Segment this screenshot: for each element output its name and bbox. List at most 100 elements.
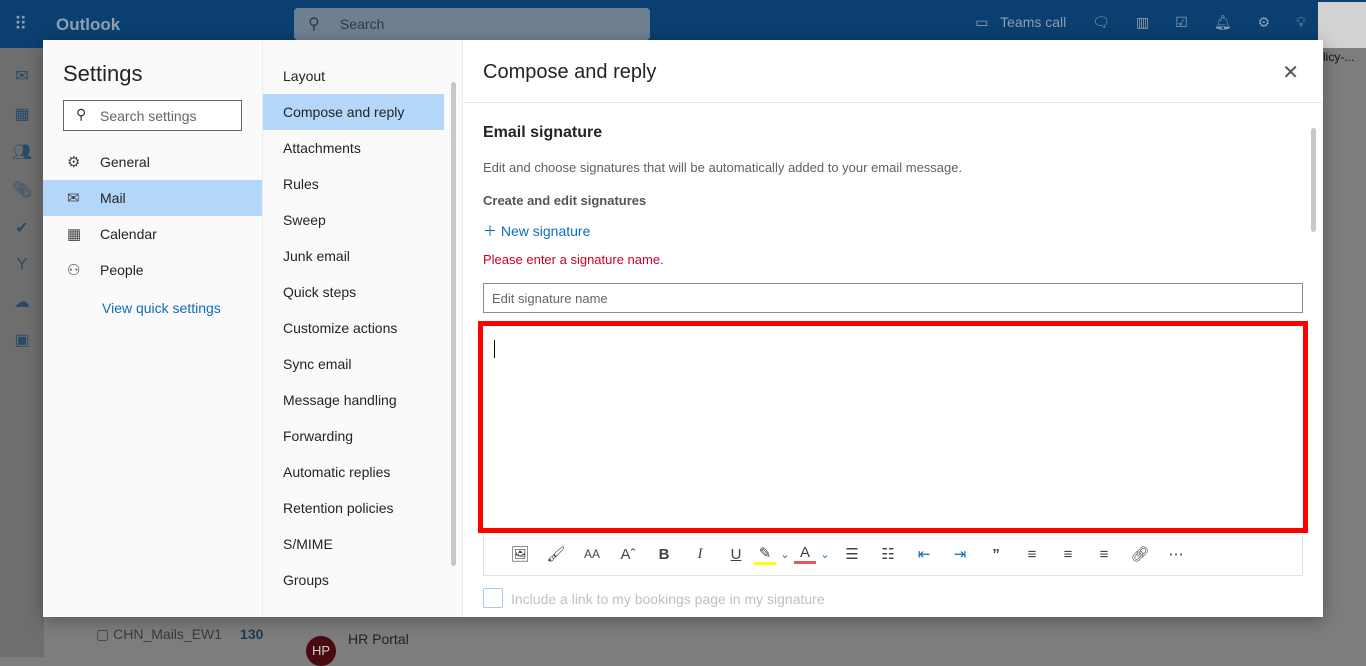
text-caret xyxy=(494,340,495,358)
new-signature-button[interactable]: ＋ New signature xyxy=(483,221,590,241)
chevron-down-icon[interactable]: ⌄ xyxy=(816,548,834,561)
signature-editor[interactable] xyxy=(478,321,1308,533)
chevron-down-icon[interactable]: ⌄ xyxy=(776,548,794,561)
gear-icon: ⚙ xyxy=(67,154,81,171)
category-label: People xyxy=(100,262,144,278)
folder-name: CHN_Mails_EW1 xyxy=(113,626,223,642)
signature-name-placeholder: Edit signature name xyxy=(492,291,608,306)
scrollbar[interactable] xyxy=(1311,128,1316,232)
scrollbar[interactable] xyxy=(451,82,456,566)
section-rules[interactable]: Rules xyxy=(263,166,444,202)
bell-icon[interactable]: 🔔︎ xyxy=(1214,14,1232,31)
attach-icon[interactable]: 📎︎ xyxy=(0,180,44,200)
section-message-handling[interactable]: Message handling xyxy=(263,382,444,418)
close-icon[interactable]: ✕ xyxy=(1282,60,1299,85)
underline-icon[interactable]: U xyxy=(718,546,754,563)
italic-icon[interactable]: I xyxy=(682,546,718,563)
teams-call-label: Teams call xyxy=(1000,14,1067,30)
increase-indent-icon[interactable]: ⇥ xyxy=(942,545,978,563)
yammer-icon[interactable]: Y xyxy=(0,256,44,274)
search-box[interactable]: ⚲ Search xyxy=(294,8,650,40)
folder-count: 130 xyxy=(240,626,264,642)
more-icon[interactable]: ⋯ xyxy=(1158,545,1194,563)
calendar-icon: ▦ xyxy=(67,226,82,243)
section-sweep[interactable]: Sweep xyxy=(263,202,444,238)
section-automatic-replies[interactable]: Automatic replies xyxy=(263,454,444,490)
search-settings-placeholder: Search settings xyxy=(100,108,197,124)
signature-name-input[interactable]: Edit signature name xyxy=(483,283,1303,313)
decrease-indent-icon[interactable]: ⇤ xyxy=(906,545,942,563)
bullets-icon[interactable]: ☰ xyxy=(834,545,870,563)
change-case-icon[interactable]: Aˆ xyxy=(610,546,646,563)
category-label: Calendar xyxy=(100,226,157,242)
compose-reply-pane: Compose and reply ✕ Email signature Edit… xyxy=(463,40,1323,617)
settings-title: Settings xyxy=(63,61,143,86)
my-day-icon[interactable]: ☑ xyxy=(1175,14,1188,31)
app-name[interactable]: Outlook xyxy=(56,15,120,35)
onedrive-icon[interactable]: ☁ xyxy=(0,292,44,312)
insert-picture-icon[interactable]: 🖼︎ xyxy=(502,545,538,563)
error-message: Please enter a signature name. xyxy=(483,252,664,267)
category-calendar[interactable]: ▦ Calendar xyxy=(43,216,262,252)
section-junk-email[interactable]: Junk email xyxy=(263,238,444,274)
divider xyxy=(463,102,1323,103)
section-forwarding[interactable]: Forwarding xyxy=(263,418,444,454)
category-label: Mail xyxy=(100,190,126,206)
onenote-icon[interactable]: ▥ xyxy=(1136,14,1149,31)
sender-avatar: HP xyxy=(306,636,336,666)
search-icon: ⚲ xyxy=(76,106,87,122)
numbering-icon[interactable]: ☷ xyxy=(870,545,906,563)
quote-icon[interactable]: ” xyxy=(978,546,1014,563)
signature-description: Edit and choose signatures that will be … xyxy=(483,160,963,175)
category-general[interactable]: ⚙ General xyxy=(43,144,262,180)
sender-name[interactable]: HR Portal xyxy=(348,631,409,647)
calendar-icon[interactable]: ▦ xyxy=(0,104,44,124)
format-toolbar: 🖼︎ 🖌︎ AA Aˆ B I U ✎ ⌄ A ⌄ ☰ ☷ ⇤ ⇥ ” ≡ ≡ ≡ … xyxy=(483,533,1303,576)
section-retention-policies[interactable]: Retention policies xyxy=(263,490,444,526)
apps-icon[interactable]: ▣ xyxy=(0,330,44,350)
bg-text: licy-... xyxy=(1323,50,1355,64)
highlight-icon[interactable]: ✎ xyxy=(754,544,776,565)
feedback-icon[interactable]: 🗨 xyxy=(1092,14,1110,31)
section-sync-email[interactable]: Sync email xyxy=(263,346,444,382)
category-label: General xyxy=(100,154,150,170)
bookings-label: Include a link to my bookings page in my… xyxy=(511,591,825,607)
search-icon: ⚲ xyxy=(308,16,320,33)
app-launcher-icon[interactable]: ⠿ xyxy=(14,14,27,35)
font-size-icon[interactable]: AA xyxy=(574,547,610,561)
todo-icon[interactable]: ✔ xyxy=(0,218,44,238)
view-quick-settings-link[interactable]: View quick settings xyxy=(102,300,221,316)
section-quick-steps[interactable]: Quick steps xyxy=(263,274,444,310)
section-s-mime[interactable]: S/MIME xyxy=(263,526,444,562)
format-painter-icon[interactable]: 🖌︎ xyxy=(538,545,574,563)
section-layout[interactable]: Layout xyxy=(263,58,444,94)
section-customize-actions[interactable]: Customize actions xyxy=(263,310,444,346)
left-rail: ✉ ▦ 👥︎ 📎︎ ✔ Y ☁ ▣ xyxy=(0,48,44,657)
category-people[interactable]: ⚇ People xyxy=(43,252,262,288)
create-heading: Create and edit signatures xyxy=(483,193,647,208)
folder-item[interactable]: ▢ CHN_Mails_EW1 130 xyxy=(96,626,263,643)
search-placeholder: Search xyxy=(340,16,385,32)
gear-icon[interactable]: ⚙ xyxy=(1258,14,1271,31)
avatar[interactable] xyxy=(1318,2,1366,48)
font-color-icon[interactable]: A xyxy=(794,544,816,564)
bold-icon[interactable]: B xyxy=(646,546,682,563)
section-compose-and-reply[interactable]: Compose and reply xyxy=(263,94,444,130)
align-right-icon[interactable]: ≡ xyxy=(1086,546,1122,563)
pane-title: Compose and reply xyxy=(483,61,657,83)
section-groups[interactable]: Groups xyxy=(263,562,444,598)
category-mail[interactable]: ✉ Mail xyxy=(43,180,262,216)
lightbulb-icon[interactable]: 💡︎ xyxy=(1296,14,1306,31)
people-icon[interactable]: 👥︎ xyxy=(0,142,44,162)
mail-icon[interactable]: ✉ xyxy=(0,66,44,86)
bookings-checkbox[interactable] xyxy=(483,588,503,608)
new-signature-label: New signature xyxy=(500,223,591,239)
section-attachments[interactable]: Attachments xyxy=(263,130,444,166)
link-icon[interactable]: 🔗︎ xyxy=(1122,545,1158,563)
align-left-icon[interactable]: ≡ xyxy=(1014,546,1050,563)
teams-call-button[interactable]: ▭ Teams call xyxy=(975,14,1066,31)
settings-categories: Settings ⚲ Search settings ⚙ General ✉ Mail… xyxy=(43,40,263,617)
align-center-icon[interactable]: ≡ xyxy=(1050,546,1086,563)
search-settings-input[interactable]: ⚲ Search settings xyxy=(63,100,242,131)
plus-icon: ＋ xyxy=(483,223,497,239)
